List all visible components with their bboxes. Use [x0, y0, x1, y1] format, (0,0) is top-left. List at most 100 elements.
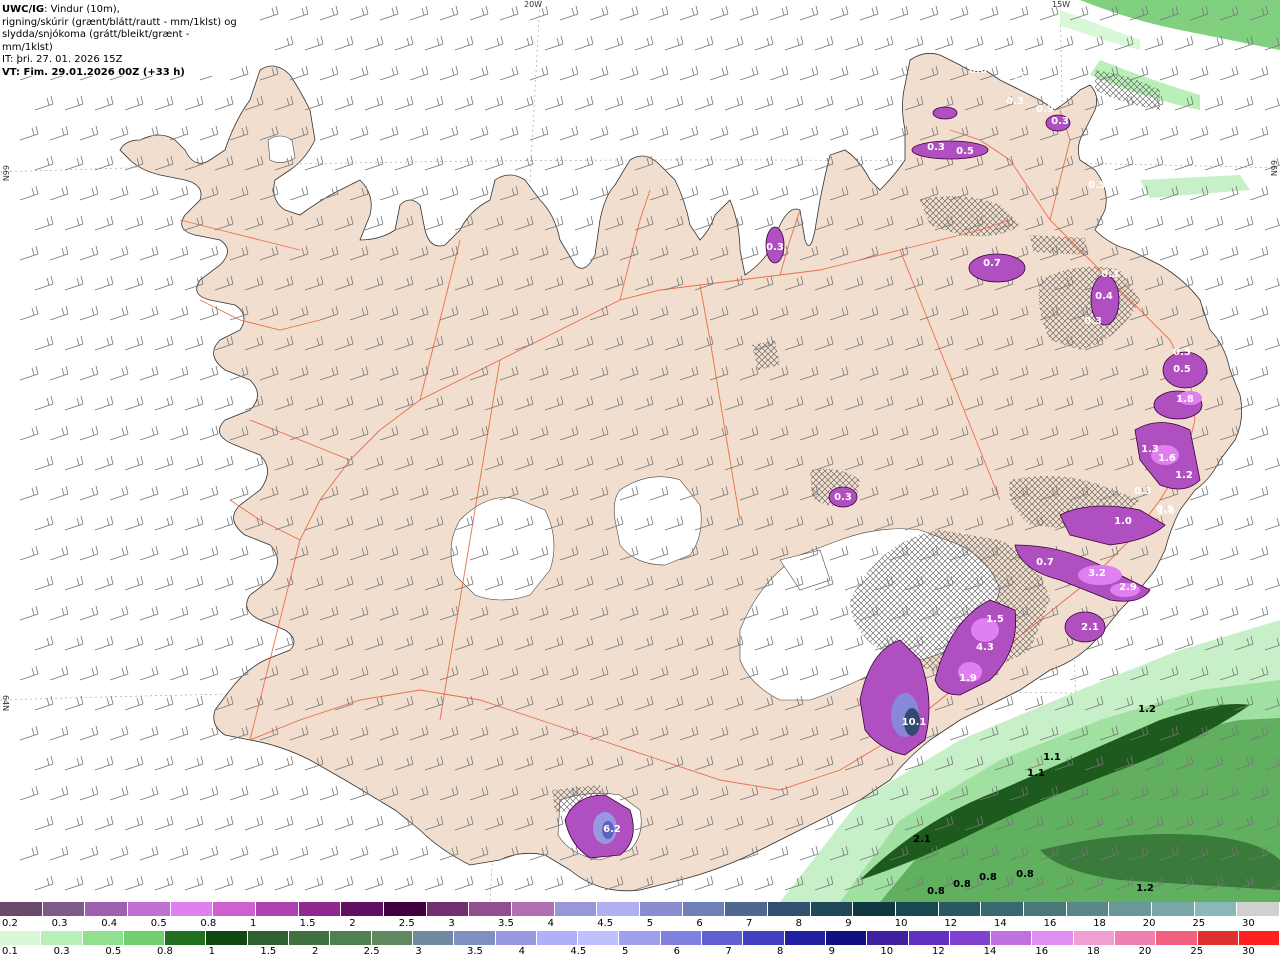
colorbar-tick-label: 2.5	[398, 918, 415, 929]
desc-line2: rigning/skúrir (grænt/blátt/rautt - mm/1…	[2, 16, 237, 28]
snow-value-label: 0.9	[1036, 104, 1054, 115]
colorbar-tick-label: 4	[547, 918, 554, 929]
snow-value-label: 4.3	[976, 642, 994, 653]
info-panel: UWC/IG: Vindur (10m), rigning/skúrir (gr…	[0, 0, 238, 78]
colorbar-swatch	[289, 931, 331, 945]
colorbar-swatch	[554, 902, 598, 916]
snow-value-label: 1.9	[959, 673, 977, 684]
snow-value-label: 0.3	[1051, 116, 1069, 127]
weather-map: 0.60.50.3 0.50.30.90.30.50.30.70.30.40.30…	[0, 0, 1280, 902]
colorbar-swatch	[165, 931, 207, 945]
colorbar-swatch	[768, 902, 811, 916]
colorbar-swatch	[412, 931, 455, 945]
initial-time: IT: þri. 27. 01. 2026 15Z	[2, 54, 123, 65]
colorbar-swatch	[123, 931, 166, 945]
colorbar-swatch	[743, 931, 785, 945]
snow-value-label: 0.7	[983, 258, 1001, 269]
colorbar-swatch	[1066, 902, 1110, 916]
snow-colorbar	[0, 902, 1280, 916]
colorbar-swatch	[991, 931, 1033, 945]
colorbar-swatch	[853, 902, 897, 916]
colorbar-swatch	[1237, 902, 1280, 916]
colorbar-swatch	[0, 902, 43, 916]
snow-value-label: 0.5	[956, 146, 974, 157]
colorbar-tick-label: 4.5	[570, 946, 587, 957]
colorbar-swatch	[384, 902, 427, 916]
colorbar-tick-label: 3	[448, 918, 455, 929]
snow-value-label: 6.2	[603, 824, 621, 835]
colorbar-swatch	[454, 931, 496, 945]
desc-line3: slydda/snjókoma (grátt/bleikt/grænt - mm…	[2, 29, 190, 53]
colorbar-tick-label: 14	[983, 946, 997, 957]
colorbar-swatch	[578, 931, 620, 945]
snow-value-label: 2.1	[1081, 622, 1099, 633]
snow-value-label: 0.3	[1134, 486, 1152, 497]
colorbar-tick-label: 5	[622, 946, 629, 957]
colorbar-swatch	[41, 931, 83, 945]
snow-value-label: 0.3	[1006, 96, 1024, 107]
rain-colorbar	[0, 931, 1280, 945]
colorbar-swatch	[938, 902, 982, 916]
colorbar-tick-label: 3.5	[467, 946, 483, 957]
colorbar-swatch	[1156, 931, 1198, 945]
colorbar-swatch	[660, 931, 703, 945]
colorbar-swatch	[1194, 902, 1238, 916]
colorbar-swatch	[495, 931, 537, 945]
snow-value-label: 1.0	[1114, 516, 1132, 527]
snow-value-label: 0.3	[1101, 269, 1119, 280]
colorbar-tick-label: 14	[994, 918, 1007, 929]
snow-value-label: 0.5	[1173, 347, 1191, 358]
snow-value-label: 0.5	[1156, 504, 1174, 515]
snow-value-label: 0.7	[1036, 557, 1054, 568]
colorbar-swatch	[371, 931, 413, 945]
colorbar-swatch	[536, 931, 579, 945]
snow-value-label: 0.5	[1007, 71, 1025, 82]
colorbar-swatch	[1109, 902, 1153, 916]
colorbar-swatch	[512, 902, 555, 916]
snow-value-label: 0.3	[766, 242, 784, 253]
colorbar-swatch	[619, 931, 661, 945]
colorbar-swatch	[810, 902, 854, 916]
colorbar-tick-label: 0.2	[2, 918, 18, 929]
colorbar-tick-label: 2.5	[363, 946, 380, 957]
rain-value-label: 2.1	[913, 834, 931, 845]
colorbar-swatch	[170, 902, 214, 916]
colorbar-swatch	[298, 902, 342, 916]
colorbar-tick-label: 30	[1242, 946, 1255, 957]
snow-value-label: 0.5	[1088, 180, 1106, 191]
lat-label-66n-right: 66N	[1269, 160, 1278, 177]
colorbar-swatch	[949, 931, 992, 945]
colorbar-tick-label: 0.8	[157, 946, 173, 957]
colorbar-swatch	[1115, 931, 1157, 945]
colorbar-tick-label: 0.5	[150, 918, 167, 929]
snow-value-label: 2.9	[1119, 582, 1137, 593]
colorbar-swatch	[426, 902, 470, 916]
colorbar-tick-label: 7	[746, 918, 753, 929]
colorbar-tick-label: 0.1	[2, 946, 18, 957]
colorbar-tick-label: 7	[725, 946, 732, 957]
snow-value-label: 1.8	[1176, 394, 1194, 405]
colorbar-tick-label: 20	[1142, 918, 1156, 929]
colorbar-tick-label: 16	[1043, 918, 1057, 929]
colorbar-swatch	[82, 931, 124, 945]
colorbar-tick-label: 2	[349, 918, 356, 929]
colorbar-swatch	[1024, 902, 1067, 916]
colorbar-swatch	[206, 931, 248, 945]
lon-label-15w: 15W	[1052, 0, 1071, 9]
colorbar-tick-label: 2	[312, 946, 319, 957]
colorbar-tick-label: 5	[646, 918, 654, 929]
model-name: UWC/IG	[2, 4, 45, 15]
colorbar-tick-label: 30	[1242, 918, 1255, 929]
colorbar-tick-label: 0.3	[51, 918, 68, 929]
colorbar-tick-label: 8	[795, 918, 802, 929]
colorbar-swatch	[469, 902, 513, 916]
colorbar-tick-label: 4	[518, 946, 526, 957]
snow-value-label: 0.3	[834, 492, 852, 503]
colorbar-tick-label: 0.3	[53, 946, 70, 957]
snow-value-label: 0.3	[1084, 316, 1102, 327]
colorbar-swatch	[85, 902, 129, 916]
snow-value-label: 10.1	[902, 717, 927, 728]
rain-value-label: 1.2	[1138, 704, 1156, 715]
colorbar-swatch	[682, 902, 726, 916]
colorbar-tick-label: 9	[828, 946, 836, 957]
